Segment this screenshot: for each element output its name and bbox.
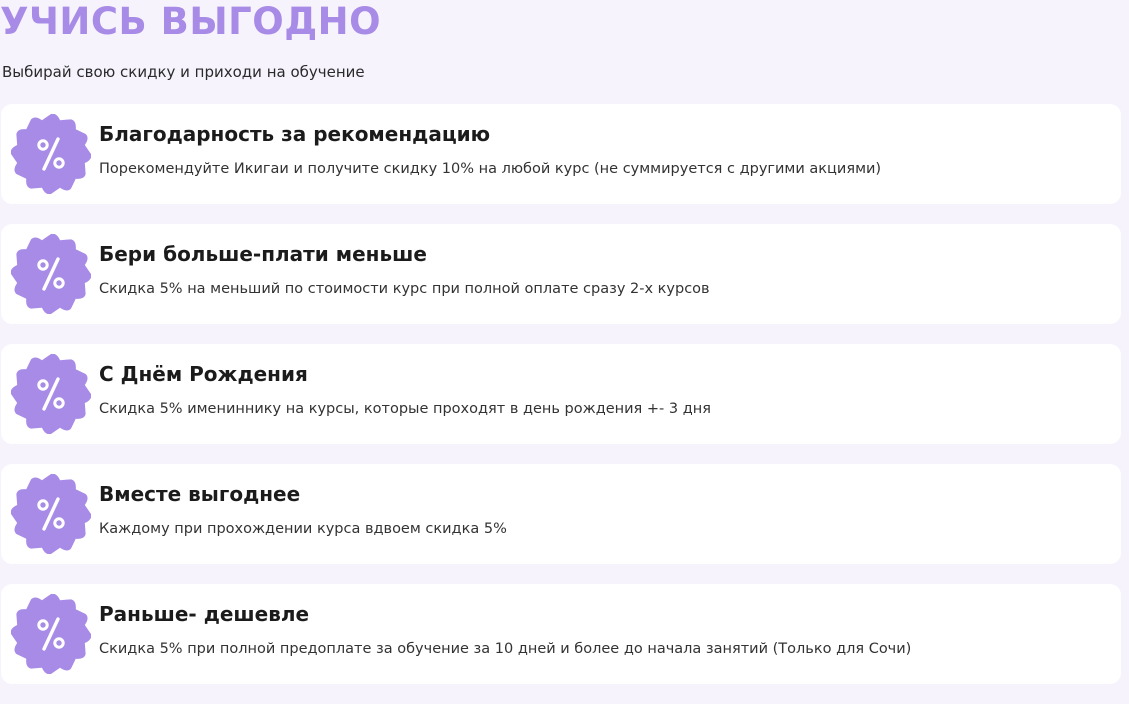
percent-badge-icon [11,234,91,314]
percent-badge-icon [11,114,91,194]
offer-title: С Днём Рождения [99,362,308,386]
offer-description: Порекомендуйте Икигаи и получите скидку … [99,161,882,177]
offer-description: Скидка 5% имениннику на курсы, которые п… [99,401,711,417]
percent-badge-icon [11,354,91,434]
offer-description: Скидка 5% на меньший по стоимости курс п… [99,281,710,297]
offer-description: Скидка 5% при полной предоплате за обуче… [99,641,912,657]
percent-badge-icon [11,474,91,554]
offers-list: Благодарность за рекомендацию Порекоменд… [1,104,1121,704]
offer-title: Раньше- дешевле [99,602,310,626]
offer-card: Раньше- дешевле Скидка 5% при полной пре… [1,584,1121,684]
page-title: УЧИСЬ ВЫГОДНО [0,0,382,43]
offer-card: Вместе выгоднее Каждому при прохождении … [1,464,1121,564]
offer-title: Благодарность за рекомендацию [99,122,491,146]
offer-card: С Днём Рождения Скидка 5% имениннику на … [1,344,1121,444]
offer-title: Бери больше-плати меньше [99,242,427,266]
offer-description: Каждому при прохождении курса вдвоем ски… [99,521,507,537]
offer-card: Бери больше-плати меньше Скидка 5% на ме… [1,224,1121,324]
page-subtitle: Выбирай свою скидку и приходи на обучени… [2,63,365,81]
offer-title: Вместе выгоднее [99,482,301,506]
offer-card: Благодарность за рекомендацию Порекоменд… [1,104,1121,204]
percent-badge-icon [11,594,91,674]
